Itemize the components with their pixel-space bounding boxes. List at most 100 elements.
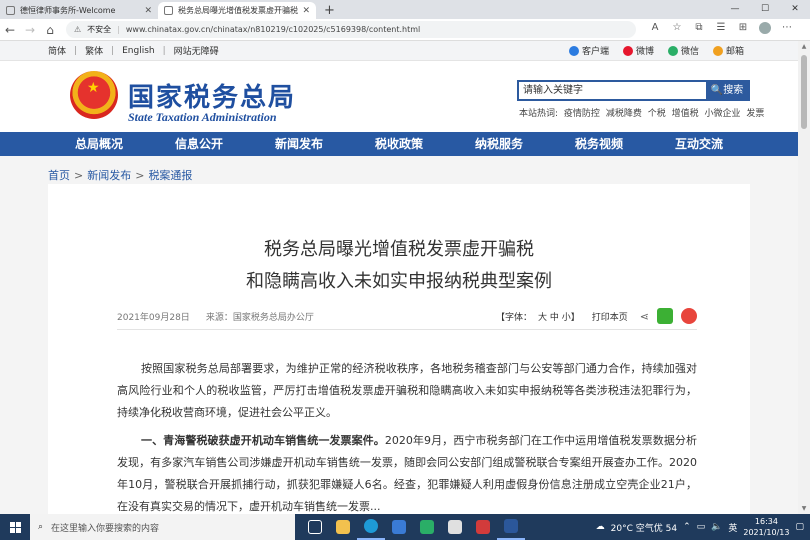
article-body: 按照国家税务总局部署要求，为维护正常的经济税收秩序，各地税务稽查部门与公安等部门… xyxy=(117,358,697,514)
breadcrumb-news[interactable]: 新闻发布 xyxy=(87,169,131,182)
nav-info-disclosure[interactable]: 信息公开 xyxy=(149,132,249,156)
scroll-thumb[interactable] xyxy=(801,55,807,129)
close-window-icon[interactable]: ✕ xyxy=(780,0,810,19)
breadcrumb-home[interactable]: 首页 xyxy=(48,169,70,182)
store-icon[interactable] xyxy=(385,514,413,540)
music-app-icon[interactable] xyxy=(469,514,497,540)
article-title-line1: 税务总局曝光增值税发票虚开骗税 xyxy=(264,239,534,260)
system-tray: ☁ 20°C 空气优 54 ⌃ ▭ 🔈 英 16:34 2021/10/13 ▢ xyxy=(596,516,810,538)
breadcrumb-case-reports[interactable]: 税案通报 xyxy=(148,169,192,182)
notification-icon[interactable]: ▢ xyxy=(795,522,804,532)
article-meta: 2021年09月28日 来源：国家税务总局办公厅 【字体： 大 中 小】 打印本… xyxy=(117,308,697,324)
nav-interaction[interactable]: 互动交流 xyxy=(649,132,749,156)
scroll-up-icon[interactable]: ▲ xyxy=(798,43,810,50)
extensions-icon[interactable]: ⧉ xyxy=(688,22,710,37)
mail-icon xyxy=(712,45,723,56)
back-icon[interactable]: ← xyxy=(0,23,20,37)
site-top-strip: 简体 | 繁体 | English | 网站无障碍 客户端 微博 微信 邮箱 xyxy=(0,41,798,61)
site-name[interactable]: 国家税务总局 xyxy=(128,77,296,114)
word-icon[interactable] xyxy=(497,514,525,540)
hotword-link[interactable]: 个税 xyxy=(648,109,666,119)
search-input[interactable]: 请输入关键字 xyxy=(519,82,706,99)
nav-taxpayer-service[interactable]: 纳税服务 xyxy=(449,132,549,156)
maximize-icon[interactable]: ☐ xyxy=(750,0,780,19)
browser-toolbar: A ☆ ⧉ ☰ ⊞ ⋯ xyxy=(644,22,798,37)
weibo-link[interactable]: 微博 xyxy=(622,44,654,57)
link-traditional[interactable]: 繁体 xyxy=(85,44,103,57)
volume-icon[interactable]: 🔈 xyxy=(711,522,722,532)
hotword-link[interactable]: 小微企业 xyxy=(704,109,740,119)
new-tab-button[interactable]: + xyxy=(316,2,343,19)
file-explorer-icon[interactable] xyxy=(329,514,357,540)
weibo-share-icon[interactable] xyxy=(681,308,697,324)
wechat-link[interactable]: 微信 xyxy=(667,44,699,57)
clock-time: 16:34 xyxy=(754,517,778,526)
search-box: 请输入关键字 🔍搜索 xyxy=(517,80,750,101)
minimize-icon[interactable]: — xyxy=(720,0,750,19)
breadcrumb: 首页 > 新闻发布 > 税案通报 xyxy=(48,167,192,183)
star-icon: ★ xyxy=(87,80,100,96)
favorite-star-icon[interactable]: ☆ xyxy=(666,22,688,37)
font-size-options[interactable]: 大 中 小】 xyxy=(538,310,580,323)
network-icon[interactable]: ▭ xyxy=(697,522,706,532)
browser-tab-2[interactable]: 税务总局曝光增值税发票虚开骗税 ✕ xyxy=(158,2,316,19)
browser-tab-bar: 德恒律师事务所-Welcome ✕ 税务总局曝光增值税发票虚开骗税 ✕ + — … xyxy=(0,0,810,19)
hot-words: 本站热词: 疫情防控 减税降费 个税 增值税 小微企业 发票 xyxy=(519,106,767,119)
page-scrollbar[interactable]: ▲ ▼ xyxy=(798,41,810,514)
url-text: www.chinatax.gov.cn/chinatax/n810219/c10… xyxy=(125,25,421,34)
hotword-link[interactable]: 增值税 xyxy=(672,109,699,119)
article-title-line2: 和隐瞒高收入未如实申报纳税典型案例 xyxy=(246,271,552,292)
hotword-link[interactable]: 发票 xyxy=(746,109,764,119)
windows-icon xyxy=(9,521,21,533)
browser-tab-1[interactable]: 德恒律师事务所-Welcome ✕ xyxy=(0,2,158,19)
read-aloud-icon[interactable]: A xyxy=(644,22,666,37)
wechat-app-icon[interactable] xyxy=(413,514,441,540)
weather-text[interactable]: 20°C 空气优 54 xyxy=(611,521,677,534)
more-menu-icon[interactable]: ⋯ xyxy=(776,22,798,37)
taskbar-search[interactable]: ⌕ 在这里输入你要搜索的内容 xyxy=(30,514,295,540)
wechat-share-icon[interactable] xyxy=(657,308,673,324)
national-emblem-logo[interactable]: ★ xyxy=(70,71,118,119)
edge-icon[interactable] xyxy=(357,514,385,540)
link-simplified[interactable]: 简体 xyxy=(48,44,66,57)
ime-indicator[interactable]: 英 xyxy=(728,521,737,534)
page-icon xyxy=(164,6,173,15)
hotword-link[interactable]: 疫情防控 xyxy=(564,109,600,119)
hotwords-label: 本站热词: xyxy=(519,109,559,119)
close-icon[interactable]: ✕ xyxy=(144,6,152,16)
case-heading: 一、青海警税破获虚开机动车销售统一发票案件。 xyxy=(141,434,385,447)
client-link[interactable]: 客户端 xyxy=(568,44,609,57)
nav-tax-policy[interactable]: 税收政策 xyxy=(349,132,449,156)
home-icon[interactable]: ⌂ xyxy=(40,23,60,37)
profile-avatar[interactable] xyxy=(754,22,776,37)
print-link[interactable]: 打印本页 xyxy=(592,310,628,323)
link-english[interactable]: English xyxy=(122,46,155,56)
tray-chevron-icon[interactable]: ⌃ xyxy=(683,522,691,532)
share-icon[interactable]: ⋖ xyxy=(640,310,649,323)
scroll-down-icon[interactable]: ▼ xyxy=(798,505,810,512)
collections-icon[interactable]: ⊞ xyxy=(732,22,754,37)
clock[interactable]: 16:34 2021/10/13 xyxy=(743,516,789,538)
warning-icon: ⚠ xyxy=(74,25,82,34)
nav-overview[interactable]: 总局概况 xyxy=(49,132,149,156)
close-icon[interactable]: ✕ xyxy=(302,6,310,16)
start-button[interactable] xyxy=(0,514,30,540)
forward-icon[interactable]: → xyxy=(20,23,40,37)
window-controls: — ☐ ✕ xyxy=(720,0,810,19)
separator: | xyxy=(111,45,115,56)
mail-label: 邮箱 xyxy=(725,47,744,57)
search-button[interactable]: 🔍搜索 xyxy=(706,82,748,99)
search-button-label: 搜索 xyxy=(723,85,744,96)
link-accessibility[interactable]: 网站无障碍 xyxy=(174,44,219,57)
mail-link[interactable]: 邮箱 xyxy=(712,44,744,57)
nav-news[interactable]: 新闻发布 xyxy=(249,132,349,156)
windows-taskbar: ⌕ 在这里输入你要搜索的内容 ☁ 20°C 空气优 54 ⌃ ▭ 🔈 英 16:… xyxy=(0,514,810,540)
task-view-icon[interactable] xyxy=(301,514,329,540)
hotword-link[interactable]: 减税降费 xyxy=(606,109,642,119)
favorites-icon[interactable]: ☰ xyxy=(710,22,732,37)
nav-tax-video[interactable]: 税务视频 xyxy=(549,132,649,156)
separator: | xyxy=(117,25,120,34)
weibo-label: 微博 xyxy=(635,47,654,57)
url-input[interactable]: ⚠ 不安全 | www.chinatax.gov.cn/chinatax/n81… xyxy=(66,21,636,38)
app-icon[interactable] xyxy=(441,514,469,540)
